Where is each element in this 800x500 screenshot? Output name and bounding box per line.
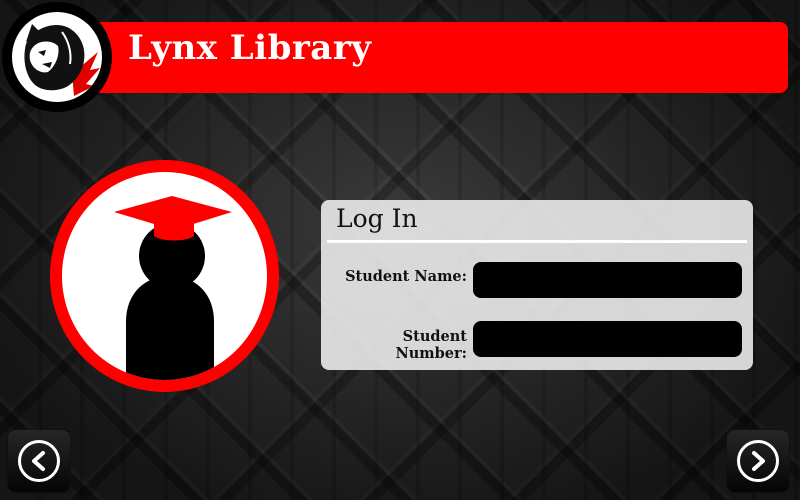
student-name-input[interactable] <box>473 262 742 298</box>
login-panel: Log In Student Name: Student Number: <box>321 200 753 370</box>
student-name-label: Student Name: <box>345 268 467 285</box>
chevron-left-icon <box>18 440 60 482</box>
back-button[interactable] <box>8 430 70 492</box>
app-title: Lynx Library <box>128 28 372 68</box>
chevron-right-icon <box>737 440 779 482</box>
login-divider <box>327 240 747 243</box>
student-number-label: Student Number: <box>395 328 468 362</box>
student-number-input[interactable] <box>473 321 742 357</box>
next-button[interactable] <box>727 430 789 492</box>
lynx-logo-icon <box>2 2 112 112</box>
login-title: Log In <box>336 204 418 233</box>
student-avatar-icon <box>50 160 279 392</box>
